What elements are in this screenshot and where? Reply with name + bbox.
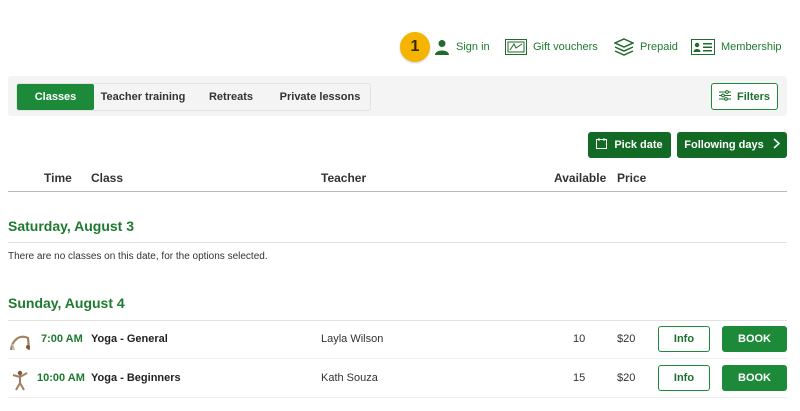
tab-classes[interactable]: Classes xyxy=(17,84,94,110)
following-days-label: Following days xyxy=(684,139,764,151)
membership-link[interactable]: Membership xyxy=(691,36,782,58)
class-availability: 10 xyxy=(573,333,586,345)
membership-card-icon xyxy=(691,39,715,55)
calendar-icon xyxy=(596,138,608,152)
class-time: 7:00 AM xyxy=(41,333,83,345)
class-row: 10:00 AM Yoga - Beginners Kath Souza 15 … xyxy=(8,360,787,398)
header-price: Price xyxy=(617,171,647,185)
following-days-button[interactable]: Following days xyxy=(677,132,787,158)
top-navigation: 1 Sign in Gift vouchers Prepaid Membersh… xyxy=(0,32,800,62)
class-name: Yoga - General xyxy=(91,333,168,345)
category-tab-bar: Classes Teacher training Retreats Privat… xyxy=(8,76,787,116)
class-availability: 15 xyxy=(573,372,586,384)
category-tabs: Classes Teacher training Retreats Privat… xyxy=(16,83,371,111)
schedule-table-header: Time Class Teacher Available Price xyxy=(8,166,787,192)
pick-date-button[interactable]: Pick date xyxy=(588,132,671,158)
class-price: $20 xyxy=(617,372,636,384)
membership-label: Membership xyxy=(721,41,782,53)
tab-retreats[interactable]: Retreats xyxy=(192,84,270,110)
sign-in-link[interactable]: Sign in xyxy=(434,36,490,58)
header-class: Class xyxy=(91,171,124,185)
class-price: $20 xyxy=(617,333,636,345)
tab-private-lessons[interactable]: Private lessons xyxy=(270,84,370,110)
header-time: Time xyxy=(44,171,72,185)
pick-date-label: Pick date xyxy=(614,139,663,151)
book-button[interactable]: BOOK xyxy=(722,365,787,391)
book-button[interactable]: BOOK xyxy=(722,326,787,352)
class-name: Yoga - Beginners xyxy=(91,372,181,384)
header-available: Available xyxy=(554,171,607,185)
user-icon xyxy=(434,39,450,55)
tab-teacher-training[interactable]: Teacher training xyxy=(94,84,192,110)
sliders-icon xyxy=(718,89,731,104)
step-badge: 1 xyxy=(400,32,430,62)
filters-button[interactable]: Filters xyxy=(711,83,778,110)
gift-vouchers-link[interactable]: Gift vouchers xyxy=(505,36,598,58)
class-teacher: Kath Souza xyxy=(321,372,378,384)
gift-voucher-icon xyxy=(505,39,527,55)
filters-label: Filters xyxy=(736,90,770,103)
gift-vouchers-label: Gift vouchers xyxy=(533,41,598,53)
prepaid-link[interactable]: Prepaid xyxy=(614,36,678,58)
no-classes-message: There are no classes on this date, for t… xyxy=(8,251,268,262)
class-row: 7:00 AM Yoga - General Layla Wilson 10 $… xyxy=(8,321,787,359)
sign-in-label: Sign in xyxy=(456,41,490,53)
chevron-right-icon xyxy=(773,138,780,152)
layers-icon xyxy=(614,38,634,56)
class-teacher: Layla Wilson xyxy=(321,333,384,345)
day-heading: Sunday, August 4 xyxy=(8,295,125,311)
yoga-pose-thumbnail xyxy=(8,369,32,391)
day-heading: Saturday, August 3 xyxy=(8,218,135,234)
info-button[interactable]: Info xyxy=(658,365,710,391)
header-teacher: Teacher xyxy=(321,171,367,185)
prepaid-label: Prepaid xyxy=(640,41,678,53)
info-button[interactable]: Info xyxy=(658,326,710,352)
class-time: 10:00 AM xyxy=(37,372,85,384)
yoga-pose-thumbnail xyxy=(8,330,32,352)
day-divider xyxy=(8,242,787,243)
